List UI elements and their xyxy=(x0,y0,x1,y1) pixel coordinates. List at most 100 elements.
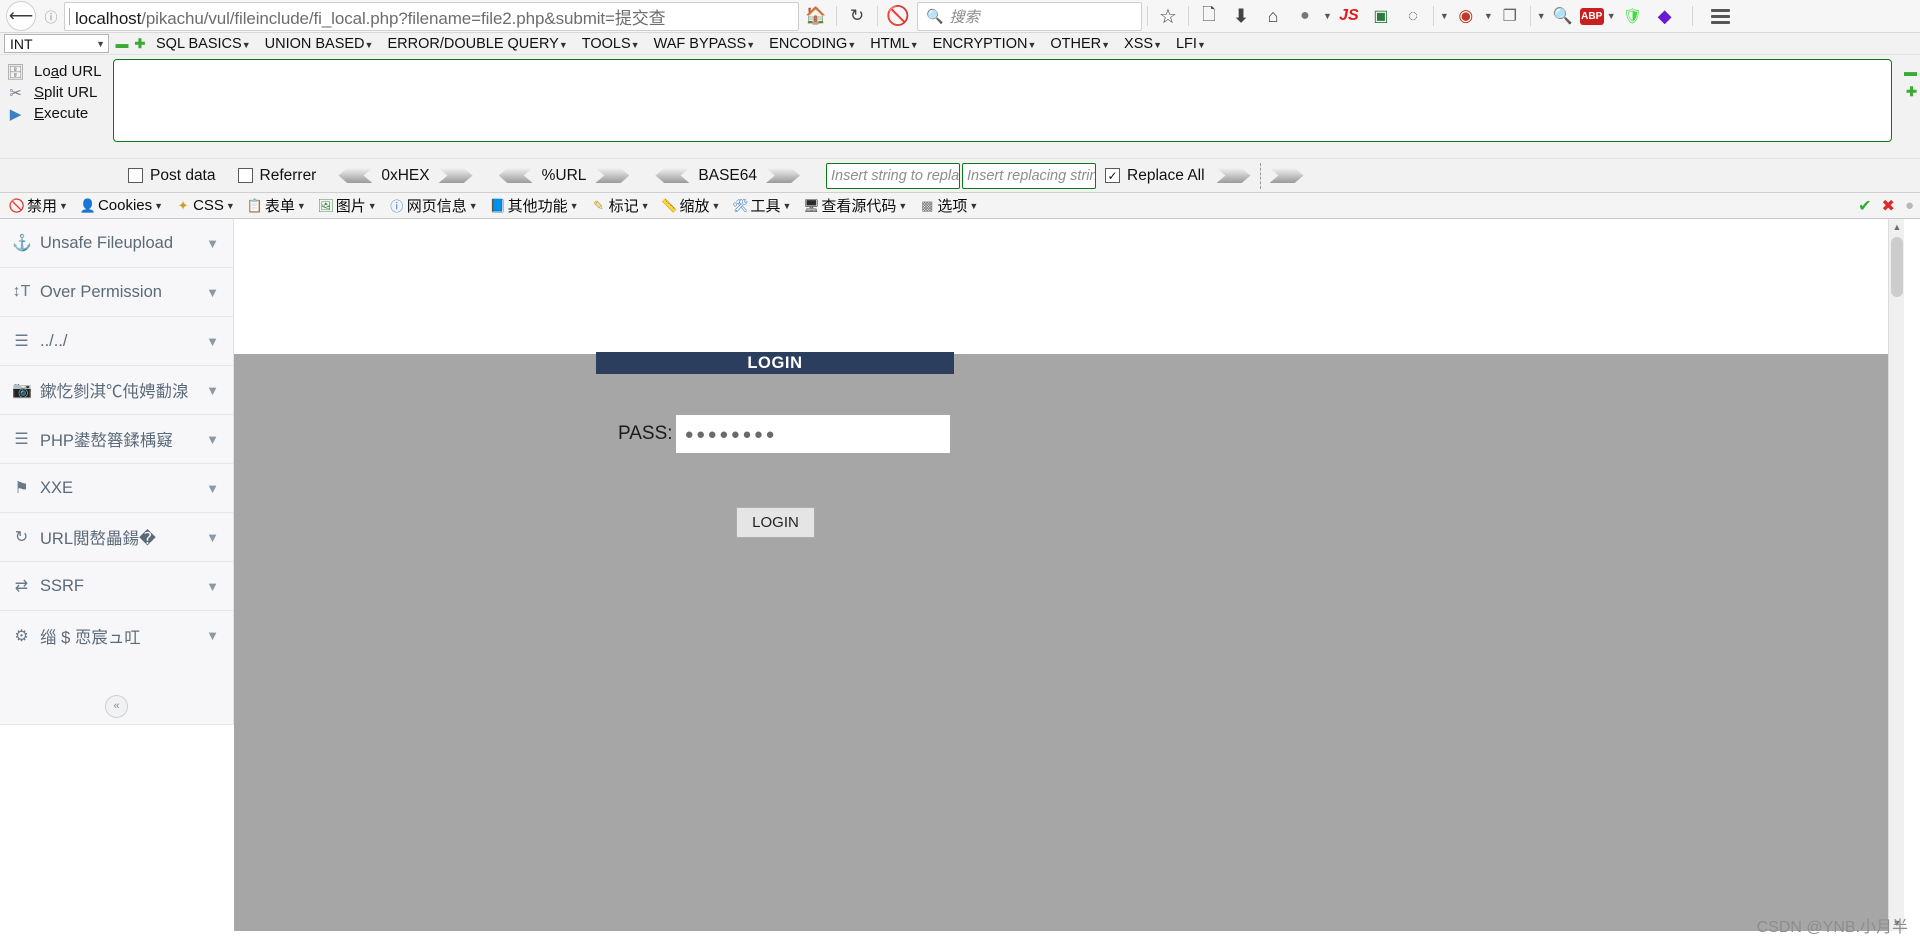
hackbar-plus-button[interactable]: ✚ xyxy=(134,37,146,50)
hackbar-type-select[interactable]: INT ▼ xyxy=(4,34,109,53)
encode-0xhex-button[interactable] xyxy=(438,168,473,183)
replace-apply-button[interactable] xyxy=(1216,168,1251,183)
chevron-down-icon: ▼ xyxy=(640,200,650,211)
page-vertical-scrollbar[interactable]: ▲ ▼ xyxy=(1888,219,1904,931)
downloads-icon[interactable]: ⬇ xyxy=(1226,2,1256,30)
image-export-icon[interactable]: ▣ xyxy=(1366,2,1396,30)
hamburger-menu-icon[interactable] xyxy=(1706,2,1736,30)
scroll-up-icon[interactable]: ▲ xyxy=(1889,219,1904,235)
sidebar-item-tools[interactable]: ⚙ 缁 $ 恧宸ュ叿 ▼ xyxy=(0,611,233,660)
encode-base64-button[interactable] xyxy=(766,168,801,183)
hackbar-menu-tools[interactable]: TOOLS▼ xyxy=(575,36,647,52)
devbar-item-misc[interactable]: 📘 其他功能 ▼ xyxy=(484,195,585,216)
chevron-down-icon[interactable]: ▼ xyxy=(1607,11,1616,21)
sidebar-item-xxe[interactable]: ⚑ XXE ▼ xyxy=(0,464,233,513)
replace-with-input[interactable]: Insert replacing string xyxy=(962,162,1097,189)
devbar-item-outline[interactable]: ✎ 标记 ▼ xyxy=(585,195,656,216)
devbar-item-tools[interactable]: 🛠 工具 ▼ xyxy=(726,195,797,216)
page-copy-icon[interactable]: ❐ xyxy=(1495,2,1525,30)
hackbar-menu-lfi[interactable]: LFI▼ xyxy=(1169,36,1213,52)
devbar-item-css[interactable]: ✦ CSS ▼ xyxy=(169,197,241,214)
tools-icon: 🛠 xyxy=(732,197,749,213)
load-url-button[interactable]: 🗄 Load URL xyxy=(0,63,113,81)
chevron-down-icon[interactable]: ▼ xyxy=(1440,11,1449,21)
reader-list-icon[interactable]: 🗋 xyxy=(1194,2,1224,30)
sidebar-item-unsafe-fileupload[interactable]: ⚓ Unsafe Fileupload ▼ xyxy=(0,219,233,268)
validation-error-icon[interactable]: ✖ xyxy=(1882,196,1895,216)
post-data-checkbox[interactable]: Post data xyxy=(128,167,216,185)
sidebar-item-over-permission[interactable]: ↕T Over Permission ▼ xyxy=(0,268,233,317)
home-icon[interactable]: 🏠 xyxy=(801,2,831,30)
home-icon[interactable]: ⌂ xyxy=(1258,2,1288,30)
hackbar-icon[interactable]: ◉ xyxy=(1451,2,1481,30)
javascript-toggle-icon[interactable]: JS xyxy=(1334,2,1364,30)
reload-icon[interactable]: ↻ xyxy=(842,2,872,30)
search-input[interactable]: 🔍 搜索 xyxy=(917,1,1142,31)
sidebar-item-ssrf[interactable]: ⇄ SSRF ▼ xyxy=(0,562,233,611)
extra-action-button[interactable] xyxy=(1269,168,1304,183)
replace-search-input[interactable]: Insert string to replace xyxy=(826,162,961,189)
devbar-item-view-source[interactable]: 🖥 查看源代码 ▼ xyxy=(797,195,913,216)
split-url-button[interactable]: ✂ Split URL xyxy=(0,84,113,102)
hackbar-minus-button[interactable]: ▬ xyxy=(1904,65,1917,78)
devbar-item-resize[interactable]: 📏 缩放 ▼ xyxy=(656,195,727,216)
replace-all-checkbox[interactable]: ✓ Replace All xyxy=(1105,167,1205,185)
chevron-down-icon: ▼ xyxy=(241,39,251,50)
hackbar-url-textarea[interactable] xyxy=(113,59,1892,142)
sidebar-item-info-leak[interactable]: 📷 鏉忔剼淇℃伅娉勫湶 ▼ xyxy=(0,366,233,415)
hackbar-menu-html[interactable]: HTML▼ xyxy=(863,36,925,52)
referrer-checkbox[interactable]: Referrer xyxy=(237,167,316,185)
noscript-blocked-icon[interactable]: 🚫 xyxy=(883,2,913,30)
sidebar-item-php-deserialize[interactable]: ☰ PHP鍙嶅簭鍒楀寲 ▼ xyxy=(0,415,233,464)
encode-url-button[interactable] xyxy=(595,168,630,183)
menu-label: LFI xyxy=(1175,35,1197,52)
decode-url-button[interactable] xyxy=(498,168,533,183)
validation-pass-icon[interactable]: ✔ xyxy=(1858,196,1871,216)
devbar-item-images[interactable]: 🖼 图片 ▼ xyxy=(312,195,383,216)
back-arrow-icon[interactable]: ⟵ xyxy=(6,1,36,31)
decode-0xhex-button[interactable] xyxy=(338,168,373,183)
hackbar-menu-other[interactable]: OTHER▼ xyxy=(1043,36,1117,52)
encoder-url-group: %URL xyxy=(498,167,630,185)
bookmark-star-icon[interactable]: ☆ xyxy=(1153,2,1183,30)
violentmonkey-icon[interactable]: ◆ xyxy=(1650,2,1680,30)
chevron-down-icon[interactable]: ▼ xyxy=(1484,11,1493,21)
devbar-item-disable[interactable]: 🚫 禁用 ▼ xyxy=(3,195,74,216)
cookie-manager-icon[interactable]: ◌ xyxy=(1398,2,1428,30)
chevron-down-icon[interactable]: ▼ xyxy=(1323,11,1332,21)
sidebar-collapse-button[interactable]: « xyxy=(0,687,234,725)
chevron-down-icon: ▼ xyxy=(206,431,219,447)
hackbar-menu-encryption[interactable]: ENCRYPTION▼ xyxy=(926,36,1044,52)
adblock-plus-icon[interactable]: ABP xyxy=(1579,7,1604,25)
firebug-icon[interactable]: ● xyxy=(1290,2,1320,30)
hackbar-menu-waf-bypass[interactable]: WAF BYPASS▼ xyxy=(647,36,763,52)
chevron-down-icon: ▼ xyxy=(225,200,235,211)
hackbar-plus-button[interactable]: ✚ xyxy=(1906,85,1917,98)
devbar-item-forms[interactable]: 📋 表单 ▼ xyxy=(241,195,312,216)
devbar-item-options[interactable]: ▩ 选项 ▼ xyxy=(913,195,984,216)
hackbar-menu-error-double-query[interactable]: ERROR/DOUBLE QUERY▼ xyxy=(380,36,574,52)
page-info-icon[interactable]: ⓘ xyxy=(40,7,62,26)
devbar-item-page-info[interactable]: ⓘ 网页信息 ▼ xyxy=(383,195,484,216)
execute-button[interactable]: ▶ Execute xyxy=(0,105,113,123)
web-of-trust-icon[interactable]: 🛡 xyxy=(1618,2,1648,30)
magnifier-icon[interactable]: 🔍 xyxy=(1548,2,1578,30)
devbar-item-cookies[interactable]: 👤 Cookies ▼ xyxy=(74,197,169,214)
validation-neutral-icon[interactable]: ● xyxy=(1905,197,1914,214)
hackbar-menu-xss[interactable]: XSS▼ xyxy=(1117,36,1169,52)
sidebar-item-url-redirect[interactable]: ↻ URL閲嶅畾鍚� ▼ xyxy=(0,513,233,562)
menu-label: UNION BASED xyxy=(264,35,365,52)
chevron-down-icon[interactable]: ▼ xyxy=(1537,11,1546,21)
scrollbar-thumb[interactable] xyxy=(1891,237,1903,297)
decode-base64-button[interactable] xyxy=(655,168,690,183)
hackbar-minus-button[interactable]: ▬ xyxy=(116,37,129,50)
password-input[interactable]: ●●●●●●●● xyxy=(675,415,950,453)
hackbar-menu-encoding[interactable]: ENCODING▼ xyxy=(762,36,863,52)
sidebar-item-directory-traversal[interactable]: ☰ ../../ ▼ xyxy=(0,317,233,366)
login-submit-button[interactable]: LOGIN xyxy=(736,507,815,538)
outline-icon: ✎ xyxy=(593,197,605,213)
hackbar-menu-sql-basics[interactable]: SQL BASICS▼ xyxy=(149,36,258,52)
encoder-0xhex-group: 0xHEX xyxy=(338,167,473,185)
hackbar-menu-union-based[interactable]: UNION BASED▼ xyxy=(258,36,381,52)
url-address-bar[interactable]: localhost/pikachu/vul/fileinclude/fi_loc… xyxy=(64,1,799,31)
